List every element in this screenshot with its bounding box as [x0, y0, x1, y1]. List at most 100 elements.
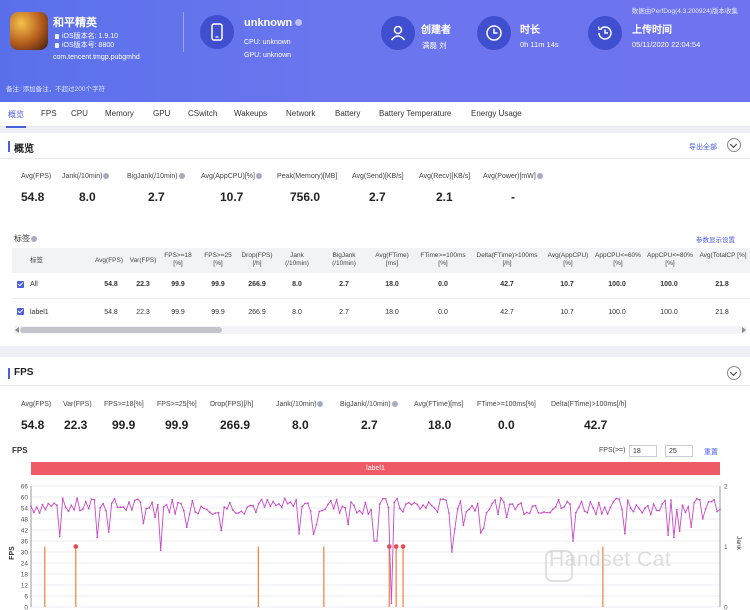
column-header: Var(FPS): [129, 257, 157, 264]
y-tick-label: 6: [24, 594, 28, 601]
column-header: FPS>=18 [%]: [164, 252, 192, 267]
row-checkbox[interactable]: [17, 281, 24, 288]
fps-data-point: [151, 501, 154, 504]
column-header: FTime>=100ms [%]: [420, 252, 466, 267]
fps-data-point: [177, 501, 179, 504]
tab-cswitch[interactable]: CSwitch: [188, 109, 217, 118]
table-cell: 266.9: [248, 281, 266, 288]
fps-data-point: [191, 499, 194, 502]
fps-threshold-input-a[interactable]: [629, 445, 657, 457]
y-tick-label: 42: [21, 528, 29, 535]
scroll-left-icon[interactable]: [15, 327, 19, 333]
y-tick-label: 54: [21, 506, 29, 513]
fps-data-point: [324, 508, 326, 511]
fps-data-point: [690, 526, 693, 528]
stat-label: Avg(Recv)[KB/s]: [419, 173, 471, 180]
tab-network[interactable]: Network: [286, 109, 315, 118]
fps-data-point: [286, 502, 289, 505]
fps-data-point: [517, 503, 520, 506]
fps-data-point: [422, 504, 424, 506]
fps-data-point: [133, 499, 136, 502]
fps-chart[interactable]: 6660544842363024181260210FPSJank: [0, 478, 750, 610]
duration-label: 时长: [520, 25, 540, 36]
info-icon[interactable]: [295, 19, 303, 26]
fps-data-point: [592, 507, 595, 509]
fps-data-point: [615, 497, 618, 500]
tab-gpu[interactable]: GPU: [153, 109, 170, 118]
fps-data-point: [494, 499, 496, 501]
tab-overview[interactable]: 概览: [6, 109, 26, 128]
help-icon[interactable]: [391, 401, 398, 407]
fps-data-point: [148, 507, 151, 509]
fps-data-point: [476, 502, 479, 505]
help-icon[interactable]: [317, 401, 324, 407]
fps-data-point: [194, 511, 197, 513]
table-cell: 99.9: [211, 281, 225, 288]
fps-data-point: [318, 510, 321, 513]
fps-data-point: [79, 509, 81, 512]
ios-version: iOS版本名: 1.9.10: [55, 32, 118, 41]
help-icon[interactable]: [536, 173, 543, 179]
remark-field[interactable]: 备注: 添加备注，不超过200个字符: [6, 83, 105, 93]
fps-data-point: [546, 511, 548, 514]
tab-cpu[interactable]: CPU: [71, 109, 88, 118]
help-icon[interactable]: [31, 236, 37, 242]
collapse-chevron-icon[interactable]: [727, 366, 741, 380]
fps-data-point: [347, 523, 349, 526]
fps-data-point: [116, 506, 119, 509]
tab-memory[interactable]: Memory: [105, 109, 134, 118]
fps-data-point: [174, 513, 177, 515]
stat-value: 42.7: [584, 418, 608, 432]
stat-label: Avg(Power)[mW]: [483, 173, 543, 180]
y-tick-label: 36: [21, 539, 29, 546]
help-icon[interactable]: [255, 173, 262, 179]
tab-fps[interactable]: FPS: [41, 109, 57, 118]
table-cell: 18.0: [385, 309, 399, 316]
stat-value: 22.3: [64, 418, 88, 432]
fps-data-point: [154, 516, 156, 519]
fps-data-point: [531, 505, 534, 508]
fps-data-point: [278, 503, 280, 505]
collapse-chevron-icon[interactable]: [727, 138, 741, 152]
scrollbar-thumb[interactable]: [20, 327, 222, 333]
fps-data-point: [704, 508, 707, 510]
table-cell: label1: [30, 309, 49, 316]
fps-data-point: [355, 511, 358, 514]
fps-data-point: [344, 506, 347, 509]
fps-data-point: [384, 497, 387, 500]
fps-data-point: [87, 507, 90, 510]
tab-wakeups[interactable]: Wakeups: [234, 109, 267, 118]
tab-energy-usage[interactable]: Energy Usage: [471, 109, 522, 118]
fps-data-point: [306, 502, 309, 505]
table-cell: 8.0: [292, 309, 302, 316]
stat-label: Avg(FPS): [21, 173, 52, 180]
help-icon[interactable]: [103, 173, 110, 179]
export-all-link[interactable]: 导出全部: [689, 142, 717, 152]
fps-threshold-input-b[interactable]: [665, 445, 693, 457]
scroll-right-icon[interactable]: [742, 327, 746, 333]
fps-data-point: [649, 513, 652, 516]
table-cell: 99.9: [171, 281, 185, 288]
table-cell: 54.8: [104, 309, 118, 316]
tab-battery-temperature[interactable]: Battery Temperature: [379, 109, 451, 118]
table-cell: All: [30, 281, 38, 288]
fps-data-point: [442, 498, 445, 501]
fps-data-point: [280, 506, 283, 509]
reset-button[interactable]: 重置: [704, 447, 718, 457]
label-band[interactable]: label1: [31, 462, 720, 475]
fps-data-point: [58, 535, 61, 538]
fps-data-point: [142, 522, 145, 525]
row-checkbox[interactable]: [17, 308, 24, 315]
param-settings-link[interactable]: 参数显示设置: [696, 234, 735, 244]
help-icon[interactable]: [178, 173, 185, 179]
fps-data-point: [569, 503, 571, 506]
fps-data-point: [84, 500, 87, 503]
fps-data-point: [231, 509, 234, 511]
fps-data-point: [200, 505, 203, 508]
fps-data-point: [255, 511, 257, 514]
fps-data-point: [572, 540, 574, 542]
stat-value: 8.0: [79, 190, 96, 204]
fps-data-point: [491, 502, 494, 505]
fps-data-point: [223, 506, 226, 508]
tab-battery[interactable]: Battery: [335, 109, 360, 118]
